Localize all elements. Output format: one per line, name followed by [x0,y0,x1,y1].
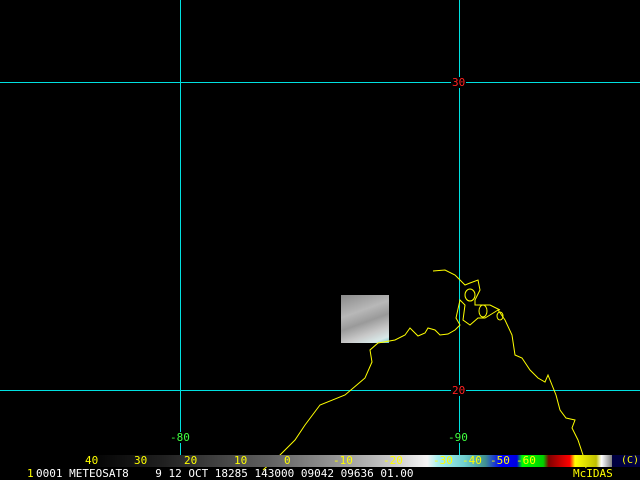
colorbar-label: -60 [516,454,536,467]
colorbar-label: 20 [184,454,198,467]
colorbar-label: -20 [383,454,403,467]
lake [478,304,488,318]
colorbar-label: -40 [462,454,482,467]
mcidas-brand: McIDAS [573,467,613,480]
latitude-label-20: 20 [451,384,467,397]
lake [464,288,476,302]
colorbar-label: -30 [433,454,453,467]
coastline-map [262,269,587,471]
coastline [262,299,587,471]
colorbar-label: -10 [333,454,353,467]
colorbar-label: 40 [85,454,99,467]
longitude-label-90: -90 [447,431,469,444]
colorbar-label: 0 [284,454,291,467]
longitude-label-80: -80 [169,431,191,444]
image-info: 0001 METEOSAT8 9 12 OCT 18285 143000 090… [36,467,414,480]
status-line: 1 0001 METEOSAT8 9 12 OCT 18285 143000 09… [0,467,640,480]
copyright-mark: (C) [621,455,640,466]
satellite-image-view: 30 20 -80 -90 40 30 20 10 0 -10 -20 -30 … [0,0,640,480]
colorbar-label: 10 [234,454,248,467]
colorbar-label: -50 [490,454,510,467]
frame-number: 1 [27,467,34,480]
colorbar-label: 30 [134,454,148,467]
latitude-label-30: 30 [451,76,467,89]
